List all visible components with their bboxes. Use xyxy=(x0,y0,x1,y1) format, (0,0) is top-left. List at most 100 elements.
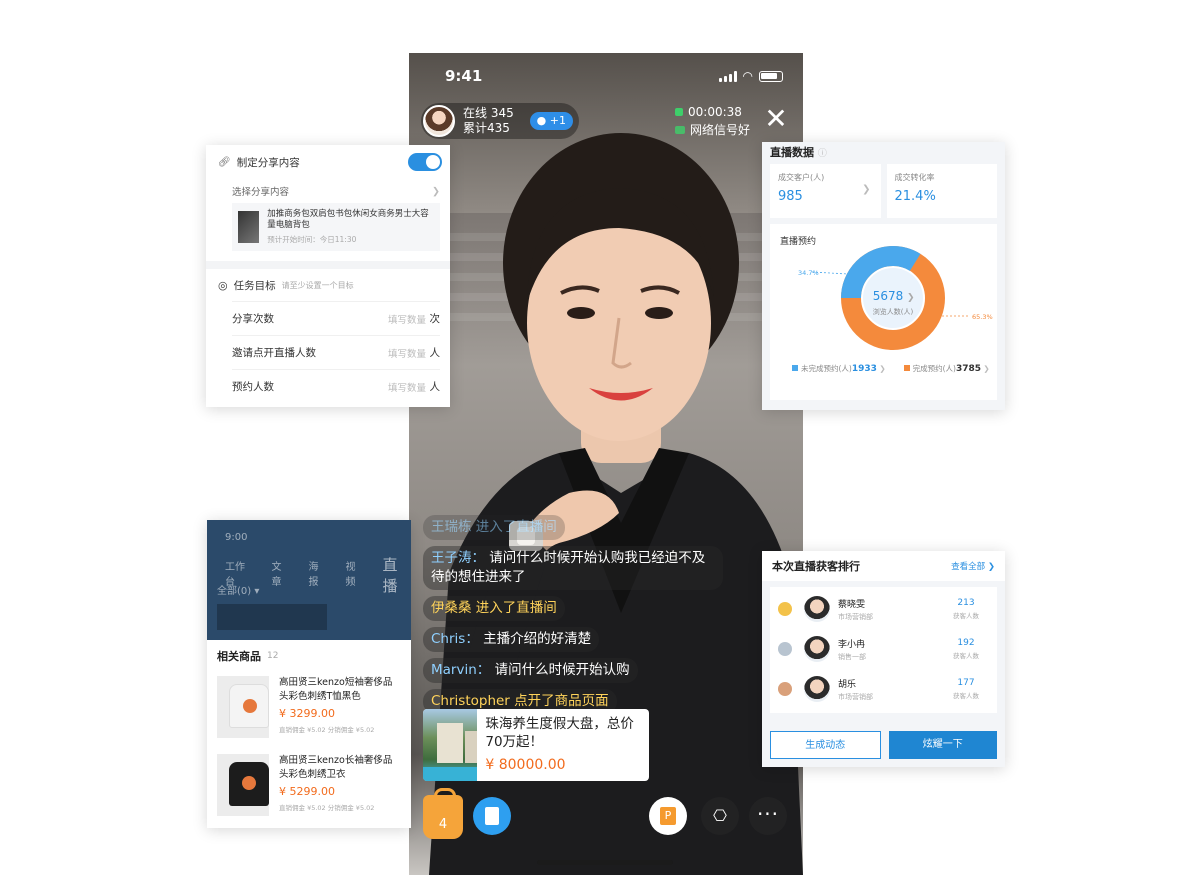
camera-switch-button[interactable]: ⎔ xyxy=(701,797,739,835)
customer-count-label: 获客人数 xyxy=(953,692,979,700)
ranking-row[interactable]: 李小冉 销售一部 192 获客人数 xyxy=(770,629,997,669)
chat-user[interactable]: 伊桑桑 xyxy=(431,600,472,616)
staff-dept: 市场营销部 xyxy=(838,692,873,701)
select-share-content[interactable]: 选择分享内容 ❯ xyxy=(206,179,450,203)
bg-tab: 文章 xyxy=(271,562,282,588)
product-image xyxy=(217,676,269,738)
info-icon: ⓘ xyxy=(817,149,827,159)
ranking-row[interactable]: 蔡晓雯 市场营销部 213 获客人数 xyxy=(770,589,997,629)
chat-message: Chris： 主播介绍的好清楚 xyxy=(423,627,600,652)
status-bar: 9:41 ◠ xyxy=(409,53,803,97)
kpi-deal-customers[interactable]: 成交客户(人) 985 ❯ xyxy=(770,164,881,218)
chat-line: Marvin： 请问什么时候开始认购 xyxy=(423,658,723,689)
task-field[interactable]: 分享次数 填写数量次 xyxy=(232,301,440,335)
chat-message: Marvin： 请问什么时候开始认购 xyxy=(423,658,638,683)
share-header: 制定分享内容 xyxy=(236,156,300,169)
host-avatar[interactable] xyxy=(423,105,455,137)
ranking-row[interactable]: 胡乐 市场营销部 177 获客人数 xyxy=(770,669,997,709)
related-products-panel: 相关商品 12 高田贤三kenzo短袖奢侈品头彩色刺绣T恤黑色 ¥ 3299.00 直… xyxy=(207,640,411,828)
task-field-input[interactable]: 填写数量 xyxy=(388,346,426,360)
task-field-label: 邀请点开直播人数 xyxy=(232,347,316,359)
chat-user[interactable]: Chris： xyxy=(431,631,479,647)
kpi-value: 21.4% xyxy=(894,189,936,204)
share-item-title: 加推商务包双肩包书包休闲女商务男士大容量电脑背包 xyxy=(267,209,429,230)
task-field-label: 分享次数 xyxy=(232,313,274,325)
notes-icon xyxy=(485,807,499,825)
chat-line: 王子涛： 请问什么时候开始认购我已经迫不及待的想住进来了 xyxy=(423,546,723,596)
target-icon: ◎ xyxy=(218,278,228,292)
goal-title: 任务目标 xyxy=(233,279,276,292)
bg-filter: 全部(0) ▾ xyxy=(217,586,260,597)
chat-line: Chris： 主播介绍的好清楚 xyxy=(423,627,723,658)
task-field-unit: 人 xyxy=(429,381,441,393)
camera-icon: ⎔ xyxy=(713,806,727,825)
avatar xyxy=(804,596,830,622)
medal-icon xyxy=(778,602,792,616)
task-field-input[interactable]: 填写数量 xyxy=(388,312,426,326)
legend-not-done[interactable]: 未完成预约(人)1933 ❯ xyxy=(792,363,886,374)
bg-tab: 海报 xyxy=(308,562,319,588)
donut-right-pct: 65.3% xyxy=(972,313,993,321)
reservation-legend: 未完成预约(人)1933 ❯ 完成预约(人)3785 ❯ xyxy=(792,363,990,374)
task-field-unit: 次 xyxy=(429,313,441,325)
ranking-title: 本次直播获客排行 xyxy=(772,560,860,573)
notes-button[interactable] xyxy=(473,797,511,835)
network-quality: 网络信号好 xyxy=(690,123,751,137)
host-info-bar[interactable]: 在线 345 累计435 ● +1 xyxy=(421,103,579,139)
kpi-value: 985 xyxy=(778,189,803,204)
bottom-toolbar: 4 P ⎔ ··· xyxy=(409,788,803,841)
donut-center-chevron: ❯ xyxy=(907,293,915,303)
customer-count: 213 xyxy=(957,598,975,608)
product-list-item[interactable]: 高田贤三kenzo短袖奢侈品头彩色刺绣T恤黑色 ¥ 3299.00 直销佣金 ¥5.… xyxy=(207,672,411,750)
featured-product-card[interactable]: 珠海养生度假大盘，总价70万起！ ¥ 80000.00 xyxy=(423,709,649,781)
chat-text: 进入了直播间 xyxy=(475,600,557,616)
task-field-input[interactable]: 填写数量 xyxy=(388,380,426,394)
customer-count: 192 xyxy=(957,638,975,648)
generate-feed-button[interactable]: 生成动态 xyxy=(770,731,881,759)
p-icon: P xyxy=(660,807,676,825)
chat-user[interactable]: Christopher xyxy=(431,693,510,709)
product-image xyxy=(217,754,269,816)
chat-text: 请问什么时候开始认购 xyxy=(494,662,630,678)
kpi-conversion-rate: 成交转化率 21.4% xyxy=(886,164,997,218)
product-thumbnail xyxy=(423,709,478,781)
donut-center-value: 5678 xyxy=(873,289,904,303)
bg-time: 9:00 xyxy=(225,532,248,543)
more-button[interactable]: ··· xyxy=(749,797,787,835)
task-field-unit: 人 xyxy=(429,347,441,359)
close-icon[interactable]: ✕ xyxy=(763,105,789,133)
product-name: 高田贤三kenzo长袖奢侈品头彩色刺绣卫衣 xyxy=(279,755,393,780)
parking-button[interactable]: P xyxy=(649,797,687,835)
chat-text: 点开了商品页面 xyxy=(514,693,609,709)
home-indicator[interactable] xyxy=(537,860,673,865)
chat-line: 伊桑桑 进入了直播间 xyxy=(423,596,723,627)
donut-left-pct: 34.7% xyxy=(798,269,819,277)
bg-tab-live: 直播 xyxy=(382,556,398,595)
goal-hint: 请至少设置一个目标 xyxy=(281,280,354,290)
task-field[interactable]: 预约人数 填写数量人 xyxy=(232,369,440,403)
share-item-thumb xyxy=(238,211,260,243)
network-icon xyxy=(675,126,685,134)
customer-count: 177 xyxy=(957,678,975,688)
view-all-link[interactable]: 查看全部 ❯ xyxy=(951,560,995,572)
show-off-button[interactable]: 炫耀一下 xyxy=(888,731,997,759)
product-list-item[interactable]: 高田贤三kenzo长袖奢侈品头彩色刺绣卫衣 ¥ 5299.00 直销佣金 ¥5.02… xyxy=(207,750,411,828)
chat-user[interactable]: 王子涛： xyxy=(431,550,485,566)
kpi-label: 成交客户(人) xyxy=(778,173,825,182)
task-field[interactable]: 邀请点开直播人数 填写数量人 xyxy=(232,335,440,369)
share-toggle[interactable] xyxy=(408,153,442,171)
related-products-count: 12 xyxy=(267,651,279,661)
live-stream-phone: 9:41 ◠ 在线 345 累计435 ● +1 00:00:38 网络信号好 … xyxy=(409,53,803,875)
chat-user[interactable]: Marvin： xyxy=(431,662,490,678)
chat-user[interactable]: 王瑞栋 xyxy=(431,519,472,535)
share-item[interactable]: 加推商务包双肩包书包休闲女商务男士大容量电脑背包 预计开始时间：今日11:30 xyxy=(232,203,440,251)
chat-message: 王瑞栋 进入了直播间 xyxy=(423,515,565,540)
follow-badge[interactable]: ● +1 xyxy=(529,112,573,130)
product-title: 珠海养生度假大盘，总价70万起！ xyxy=(485,716,634,750)
legend-done[interactable]: 完成预约(人)3785 ❯ xyxy=(903,363,990,374)
donut-center-label: 浏览人数(人) xyxy=(873,307,914,316)
shopping-bag-button[interactable]: 4 xyxy=(423,788,463,839)
customer-ranking-card: 本次直播获客排行 查看全部 ❯ 蔡晓雯 市场营销部 213 获客人数 李小冉 销售一部 19… xyxy=(762,551,1005,767)
staff-name: 李小冉 xyxy=(838,639,866,650)
related-products-screen: 9:00 工作台 文章 海报 视频 直播 全部(0) ▾ 相关商品 12 高田贤三kenz… xyxy=(207,520,411,828)
